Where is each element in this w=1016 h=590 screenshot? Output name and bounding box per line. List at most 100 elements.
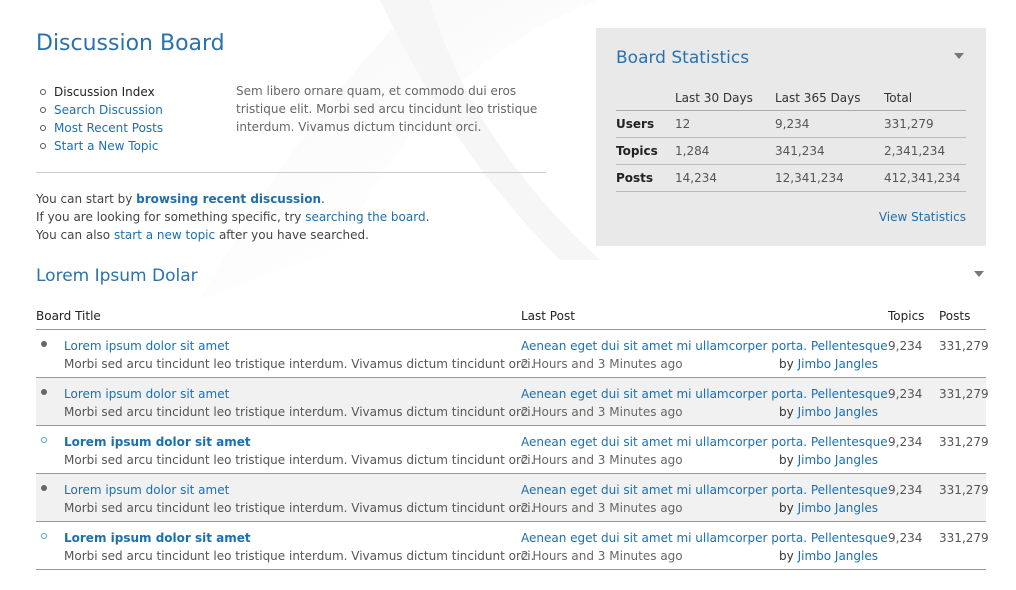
table-row: Lorem ipsum dolor sit amet Morbi sed arc… (36, 474, 989, 522)
author-link[interactable]: Jimbo Jangles (798, 501, 878, 515)
nav-item-most-recent-posts[interactable]: Most Recent Posts (40, 119, 163, 137)
stats-row-label: Users (616, 110, 675, 138)
by-label: by (779, 357, 798, 371)
nav-item-label[interactable]: Most Recent Posts (54, 119, 163, 137)
stats-cell: 331,279 (884, 110, 966, 138)
stats-cell: 12,341,234 (775, 164, 884, 192)
stats-cell: 341,234 (775, 137, 884, 165)
stats-header-row: Last 30 Days Last 365 Days Total (616, 87, 966, 111)
col-header-posts: Posts (939, 309, 971, 323)
board-title-link[interactable]: Lorem ipsum dolor sit amet (64, 435, 251, 449)
last-post-link[interactable]: Aenean eget dui sit amet mi ullamcorper … (521, 435, 888, 449)
nav-item-label[interactable]: Search Discussion (54, 101, 163, 119)
board-title-link[interactable]: Lorem ipsum dolor sit amet (64, 483, 229, 497)
topics-count: 9,234 (888, 387, 923, 401)
stats-row-users: Users 12 9,234 331,279 (616, 110, 966, 138)
last-post-by: by Jimbo Jangles (779, 453, 878, 467)
last-post-time: 2 Hours and 3 Minutes ago (521, 405, 683, 419)
author-link[interactable]: Jimbo Jangles (798, 357, 878, 371)
stats-cell: 14,234 (675, 164, 775, 192)
nav-item-discussion-index[interactable]: Discussion Index (40, 83, 163, 101)
bullet-icon (40, 107, 46, 113)
stats-title: Board Statistics (616, 48, 750, 68)
last-post-link[interactable]: Aenean eget dui sit amet mi ullamcorper … (521, 531, 888, 545)
board-description: Morbi sed arcu tincidunt leo tristique i… (64, 549, 535, 563)
help-text-fragment: . (321, 192, 325, 206)
stats-cell: 9,234 (775, 110, 884, 138)
posts-count: 331,279 (939, 339, 989, 353)
board-description: Morbi sed arcu tincidunt leo tristique i… (64, 357, 535, 371)
nav-item-label: Discussion Index (54, 85, 155, 99)
help-line-1: You can start by browsing recent discuss… (36, 190, 429, 208)
read-status-icon (41, 341, 47, 347)
stats-cell: 2,341,234 (884, 137, 966, 165)
stats-col-header: Total (884, 87, 966, 111)
help-text-fragment: If you are looking for something specifi… (36, 210, 306, 224)
table-row: Lorem ipsum dolor sit amet Morbi sed arc… (36, 522, 989, 570)
help-line-2: If you are looking for something specifi… (36, 208, 429, 226)
author-link[interactable]: Jimbo Jangles (798, 453, 878, 467)
col-header-board-title: Board Title (36, 309, 101, 323)
unread-status-icon (41, 437, 47, 443)
help-text-fragment: You can start by (36, 192, 137, 206)
last-post-time: 2 Hours and 3 Minutes ago (521, 549, 683, 563)
board-title-link[interactable]: Lorem ipsum dolor sit amet (64, 531, 251, 545)
posts-count: 331,279 (939, 435, 989, 449)
help-text-fragment: after you have searched. (215, 228, 369, 242)
unread-status-icon (41, 533, 47, 539)
collapse-toggle-icon[interactable] (974, 271, 984, 277)
nav-item-start-new-topic[interactable]: Start a New Topic (40, 137, 163, 155)
browse-recent-link[interactable]: browsing recent discussion (136, 192, 321, 206)
board-statistics-panel: Board Statistics Last 30 Days Last 365 D… (596, 28, 986, 246)
col-header-topics: Topics (888, 309, 925, 323)
board-title-link[interactable]: Lorem ipsum dolor sit amet (64, 387, 229, 401)
help-text-fragment: You can also (36, 228, 114, 242)
read-status-icon (41, 389, 47, 395)
intro-description: Sem libero ornare quam, et commodo dui e… (236, 84, 538, 134)
by-label: by (779, 405, 798, 419)
topics-count: 9,234 (888, 339, 923, 353)
by-label: by (779, 453, 798, 467)
board-nav: Discussion Index Search Discussion Most … (40, 83, 163, 155)
search-board-link[interactable]: searching the board (305, 210, 425, 224)
author-link[interactable]: Jimbo Jangles (798, 549, 878, 563)
last-post-link[interactable]: Aenean eget dui sit amet mi ullamcorper … (521, 483, 888, 497)
stats-row-label: Posts (616, 164, 675, 192)
table-row: Lorem ipsum dolor sit amet Morbi sed arc… (36, 426, 989, 474)
by-label: by (779, 549, 798, 563)
collapse-toggle-icon[interactable] (954, 53, 964, 59)
stats-row-topics: Topics 1,284 341,234 2,341,234 (616, 137, 966, 165)
last-post-time: 2 Hours and 3 Minutes ago (521, 501, 683, 515)
nav-item-label[interactable]: Start a New Topic (54, 137, 158, 155)
board-description: Morbi sed arcu tincidunt leo tristique i… (64, 501, 535, 515)
bullet-icon (40, 125, 46, 131)
col-header-last-post: Last Post (521, 309, 575, 323)
last-post-time: 2 Hours and 3 Minutes ago (521, 357, 683, 371)
read-status-icon (41, 485, 47, 491)
bullet-icon (40, 89, 46, 95)
nav-item-search-discussion[interactable]: Search Discussion (40, 101, 163, 119)
page-title: Discussion Board (36, 31, 225, 56)
table-row: Lorem ipsum dolor sit amet Morbi sed arc… (36, 378, 989, 426)
divider (36, 172, 546, 173)
by-label: by (779, 501, 798, 515)
stats-cell: 412,341,234 (884, 164, 966, 192)
posts-count: 331,279 (939, 387, 989, 401)
start-topic-link[interactable]: start a new topic (114, 228, 215, 242)
last-post-by: by Jimbo Jangles (779, 357, 878, 371)
view-statistics-link[interactable]: View Statistics (879, 210, 966, 224)
author-link[interactable]: Jimbo Jangles (798, 405, 878, 419)
last-post-link[interactable]: Aenean eget dui sit amet mi ullamcorper … (521, 339, 888, 353)
stats-row-posts: Posts 14,234 12,341,234 412,341,234 (616, 164, 966, 192)
board-table-header: Board Title Last Post Topics Posts (36, 304, 986, 330)
stats-table: Last 30 Days Last 365 Days Total Users 1… (616, 87, 966, 192)
help-line-3: You can also start a new topic after you… (36, 226, 429, 244)
last-post-link[interactable]: Aenean eget dui sit amet mi ullamcorper … (521, 387, 888, 401)
last-post-by: by Jimbo Jangles (779, 501, 878, 515)
help-text: You can start by browsing recent discuss… (36, 190, 429, 244)
last-post-by: by Jimbo Jangles (779, 549, 878, 563)
posts-count: 331,279 (939, 483, 989, 497)
topics-count: 9,234 (888, 531, 923, 545)
stats-row-label: Topics (616, 137, 675, 165)
board-title-link[interactable]: Lorem ipsum dolor sit amet (64, 339, 229, 353)
